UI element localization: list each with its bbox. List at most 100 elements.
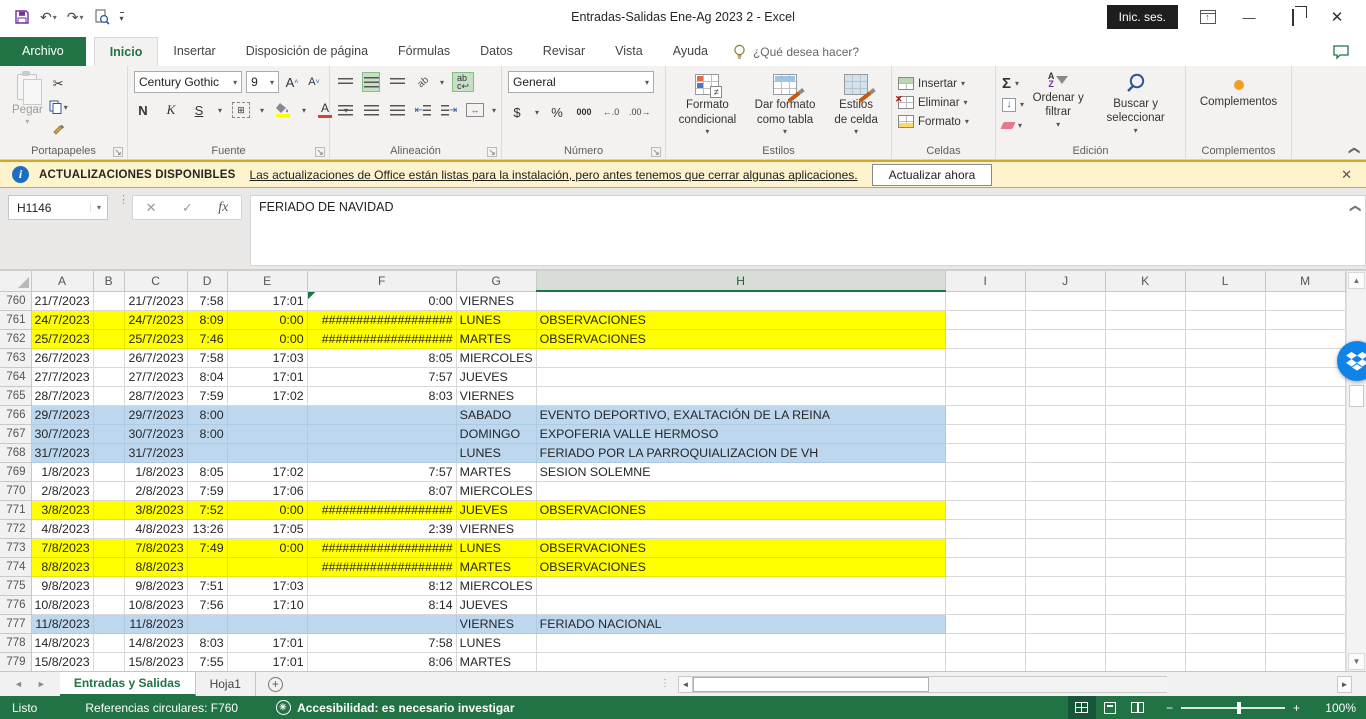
borders-icon[interactable]: ⊞	[232, 102, 250, 118]
cell-A778[interactable]: 14/8/2023	[31, 633, 93, 652]
cell-H778[interactable]	[536, 633, 945, 652]
align-left-icon[interactable]	[336, 100, 354, 120]
row-header-775[interactable]: 775	[0, 576, 31, 595]
customize-qat-icon[interactable]: ▾	[120, 12, 124, 23]
cell-M774[interactable]	[1265, 557, 1345, 576]
cell-I770[interactable]	[945, 481, 1025, 500]
comma-style-icon[interactable]: 000	[575, 102, 593, 122]
cell-I765[interactable]	[945, 386, 1025, 405]
decrease-indent-icon[interactable]: ⇤	[414, 100, 432, 120]
cell-C778[interactable]: 14/8/2023	[124, 633, 187, 652]
cell-J767[interactable]	[1025, 424, 1105, 443]
cell-F768[interactable]	[307, 443, 456, 462]
next-sheet-icon[interactable]: ►	[37, 679, 46, 689]
confirm-entry-icon[interactable]: ✓	[182, 200, 193, 216]
addins-button[interactable]: Complementos	[1192, 70, 1285, 113]
cell-J763[interactable]	[1025, 348, 1105, 367]
column-header-K[interactable]: K	[1105, 271, 1185, 291]
cell-E775[interactable]: 17:03	[227, 576, 307, 595]
sign-in-button[interactable]: Inic. ses.	[1107, 5, 1178, 29]
cell-D761[interactable]: 8:09	[187, 310, 227, 329]
formula-bar-input[interactable]: FERIADO DE NAVIDAD ❯	[250, 195, 1366, 266]
column-header-F[interactable]: F	[307, 271, 456, 291]
cell-L763[interactable]	[1185, 348, 1265, 367]
cell-L779[interactable]	[1185, 652, 1265, 671]
cell-M766[interactable]	[1265, 405, 1345, 424]
cell-L765[interactable]	[1185, 386, 1265, 405]
cell-M776[interactable]	[1265, 595, 1345, 614]
cell-K770[interactable]	[1105, 481, 1185, 500]
cell-A774[interactable]: 8/8/2023	[31, 557, 93, 576]
select-all-corner[interactable]	[0, 271, 31, 291]
cell-F766[interactable]	[307, 405, 456, 424]
currency-icon[interactable]: $	[508, 102, 526, 122]
cell-C763[interactable]: 26/7/2023	[124, 348, 187, 367]
cell-E768[interactable]	[227, 443, 307, 462]
column-header-A[interactable]: A	[31, 271, 93, 291]
cell-B774[interactable]	[93, 557, 124, 576]
cell-D772[interactable]: 13:26	[187, 519, 227, 538]
cell-D773[interactable]: 7:49	[187, 538, 227, 557]
align-bottom-icon[interactable]	[388, 72, 406, 92]
cell-L760[interactable]	[1185, 291, 1265, 310]
fill-color-caret[interactable]: ▾	[302, 106, 306, 115]
bold-button[interactable]: N	[134, 100, 152, 120]
cell-F764[interactable]: 7:57	[307, 367, 456, 386]
name-box-caret[interactable]: ▾	[90, 203, 107, 212]
column-header-B[interactable]: B	[93, 271, 124, 291]
restore-button[interactable]	[1278, 10, 1308, 25]
normal-view-icon[interactable]	[1068, 696, 1096, 719]
insert-function-icon[interactable]: fx	[218, 200, 228, 216]
cell-G767[interactable]: DOMINGO	[456, 424, 536, 443]
cell-E771[interactable]: 0:00	[227, 500, 307, 519]
shrink-font-icon[interactable]: A˅	[305, 72, 323, 92]
cell-H761[interactable]: OBSERVACIONES	[536, 310, 945, 329]
cell-D768[interactable]	[187, 443, 227, 462]
orientation-icon[interactable]: ab	[410, 69, 437, 96]
cell-I767[interactable]	[945, 424, 1025, 443]
cell-A773[interactable]: 7/8/2023	[31, 538, 93, 557]
tab-insertar[interactable]: Insertar	[158, 37, 230, 66]
cell-F763[interactable]: 8:05	[307, 348, 456, 367]
cell-A767[interactable]: 30/7/2023	[31, 424, 93, 443]
cell-A775[interactable]: 9/8/2023	[31, 576, 93, 595]
cell-J775[interactable]	[1025, 576, 1105, 595]
new-sheet-button[interactable]: +	[256, 672, 295, 696]
cell-I769[interactable]	[945, 462, 1025, 481]
cell-C773[interactable]: 7/8/2023	[124, 538, 187, 557]
sheet-tab-hoja1[interactable]: Hoja1	[196, 672, 256, 696]
cell-G761[interactable]: LUNES	[456, 310, 536, 329]
cell-H767[interactable]: EXPOFERIA VALLE HERMOSO	[536, 424, 945, 443]
cell-F775[interactable]: 8:12	[307, 576, 456, 595]
scroll-up-icon[interactable]: ▲	[1348, 272, 1365, 289]
circular-references-status[interactable]: Referencias circulares: F760	[85, 701, 238, 715]
cell-D763[interactable]: 7:58	[187, 348, 227, 367]
cell-E764[interactable]: 17:01	[227, 367, 307, 386]
cell-I775[interactable]	[945, 576, 1025, 595]
align-middle-icon[interactable]	[362, 72, 380, 92]
number-format-combo[interactable]: General▾	[508, 71, 654, 93]
cell-I778[interactable]	[945, 633, 1025, 652]
cell-A764[interactable]: 27/7/2023	[31, 367, 93, 386]
delete-cells-button[interactable]: Eliminar▾	[898, 93, 989, 112]
cell-F778[interactable]: 7:58	[307, 633, 456, 652]
cell-G774[interactable]: MARTES	[456, 557, 536, 576]
cell-K761[interactable]	[1105, 310, 1185, 329]
cell-F761[interactable]: ###################	[307, 310, 456, 329]
cell-M764[interactable]	[1265, 367, 1345, 386]
row-header-768[interactable]: 768	[0, 443, 31, 462]
cell-L771[interactable]	[1185, 500, 1265, 519]
cell-H772[interactable]	[536, 519, 945, 538]
decrease-decimal-icon[interactable]: .00→	[629, 102, 651, 122]
cell-K774[interactable]	[1105, 557, 1185, 576]
cell-D760[interactable]: 7:58	[187, 291, 227, 310]
cell-E772[interactable]: 17:05	[227, 519, 307, 538]
cell-L768[interactable]	[1185, 443, 1265, 462]
cell-M763[interactable]	[1265, 348, 1345, 367]
cell-H769[interactable]: SESION SOLEMNE	[536, 462, 945, 481]
row-header-765[interactable]: 765	[0, 386, 31, 405]
cell-L772[interactable]	[1185, 519, 1265, 538]
cell-G769[interactable]: MARTES	[456, 462, 536, 481]
cell-E762[interactable]: 0:00	[227, 329, 307, 348]
cell-G768[interactable]: LUNES	[456, 443, 536, 462]
